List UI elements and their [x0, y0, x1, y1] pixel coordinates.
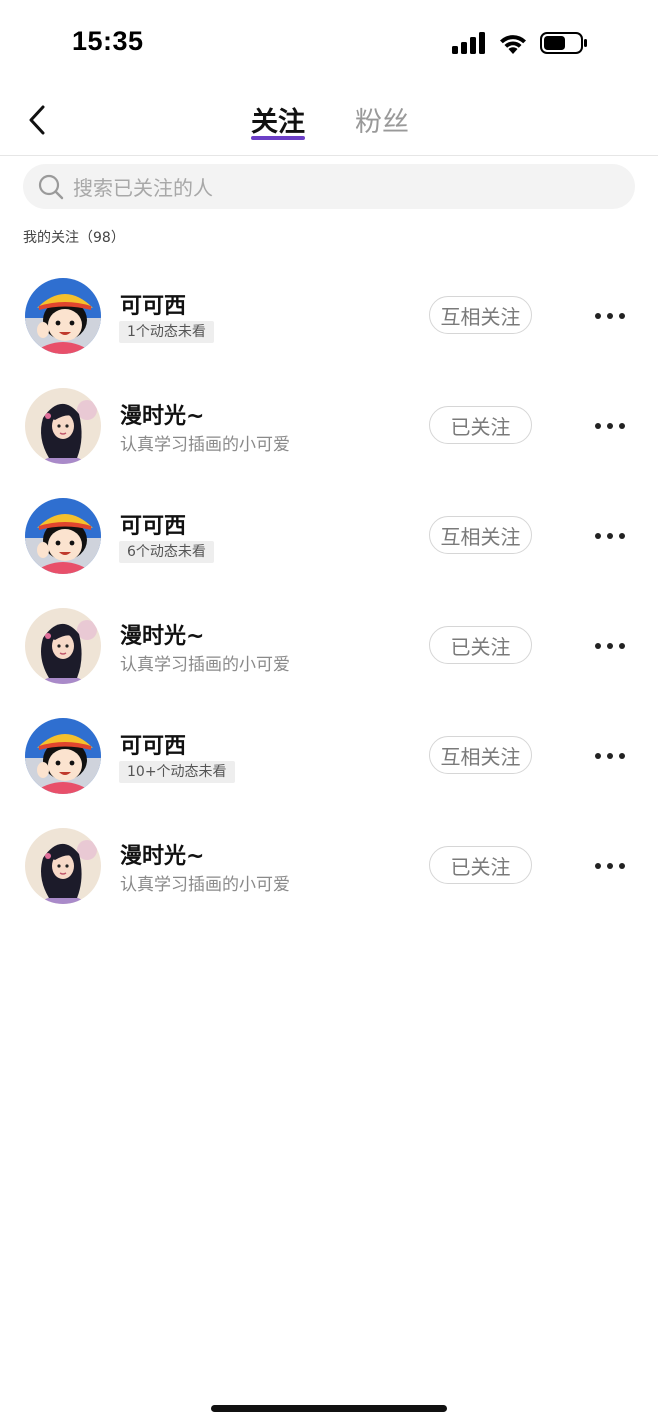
more-horizontal-icon — [595, 643, 625, 649]
follow-list: 可可西 1个动态未看 互相关注 漫时光~ 认真学习插画的小可爱 已关注 可可西 6个动态未看互… — [0, 262, 658, 922]
follow-list-item[interactable]: 可可西 1个动态未看 互相关注 — [0, 262, 658, 372]
boy-yellow-hat-avatar-art — [25, 498, 101, 574]
more-horizontal-icon — [595, 423, 625, 429]
follow-list-item[interactable]: 可可西 10+个动态未看 互相关注 — [0, 702, 658, 812]
status-time: 15:35 — [72, 26, 144, 56]
user-name[interactable]: 可可西 — [120, 728, 186, 760]
more-options-button[interactable] — [590, 518, 630, 554]
more-horizontal-icon — [595, 753, 625, 759]
follow-status-button[interactable]: 互相关注 — [429, 736, 532, 774]
unread-updates-badge: 6个动态未看 — [119, 541, 214, 563]
cellular-signal-icon — [452, 32, 485, 54]
follow-list-item[interactable]: 漫时光~ 认真学习插画的小可爱 已关注 — [0, 592, 658, 702]
more-horizontal-icon — [595, 313, 625, 319]
status-icons — [452, 30, 588, 56]
more-horizontal-icon — [595, 533, 625, 539]
user-bio: 认真学习插画的小可爱 — [120, 435, 290, 455]
nav-bar: 关注 粉丝 — [0, 88, 658, 156]
unread-updates-badge: 10+个动态未看 — [119, 761, 235, 783]
back-button[interactable] — [22, 102, 52, 138]
user-name[interactable]: 漫时光~ — [120, 838, 204, 870]
follow-status-button[interactable]: 已关注 — [429, 626, 532, 664]
more-options-button[interactable] — [590, 408, 630, 444]
girl-long-hair-avatar-art — [25, 608, 101, 684]
chevron-left-icon — [29, 105, 45, 135]
girl-long-hair-avatar-art — [25, 828, 101, 904]
follow-list-item[interactable]: 可可西 6个动态未看 互相关注 — [0, 482, 658, 592]
more-options-button[interactable] — [590, 738, 630, 774]
battery-icon — [540, 32, 587, 54]
user-name[interactable]: 漫时光~ — [120, 398, 204, 430]
more-horizontal-icon — [595, 863, 625, 869]
boy-yellow-hat-avatar-art — [25, 718, 101, 794]
avatar[interactable] — [25, 718, 101, 794]
search-icon — [38, 174, 64, 199]
avatar[interactable] — [25, 608, 101, 684]
user-name[interactable]: 漫时光~ — [120, 618, 204, 650]
unread-updates-badge: 1个动态未看 — [119, 321, 214, 343]
boy-yellow-hat-avatar-art — [25, 278, 101, 354]
follow-status-button[interactable]: 互相关注 — [429, 296, 532, 334]
follow-status-button[interactable]: 已关注 — [429, 846, 532, 884]
user-bio: 认真学习插画的小可爱 — [120, 655, 290, 675]
status-bar: 15:35 — [0, 0, 658, 88]
user-name[interactable]: 可可西 — [120, 288, 186, 320]
user-name[interactable]: 可可西 — [120, 508, 186, 540]
follow-list-item[interactable]: 漫时光~ 认真学习插画的小可爱 已关注 — [0, 812, 658, 922]
search-placeholder: 搜索已关注的人 — [73, 176, 213, 200]
follow-list-item[interactable]: 漫时光~ 认真学习插画的小可爱 已关注 — [0, 372, 658, 482]
avatar[interactable] — [25, 828, 101, 904]
user-bio: 认真学习插画的小可爱 — [120, 875, 290, 895]
avatar[interactable] — [25, 388, 101, 464]
search-input[interactable]: 搜索已关注的人 — [23, 164, 635, 209]
tab-fans[interactable]: 粉丝 — [355, 100, 409, 139]
active-tab-indicator — [251, 136, 305, 140]
follow-status-button[interactable]: 已关注 — [429, 406, 532, 444]
more-options-button[interactable] — [590, 298, 630, 334]
avatar[interactable] — [25, 278, 101, 354]
follow-status-button[interactable]: 互相关注 — [429, 516, 532, 554]
more-options-button[interactable] — [590, 848, 630, 884]
more-options-button[interactable] — [590, 628, 630, 664]
avatar[interactable] — [25, 498, 101, 574]
girl-long-hair-avatar-art — [25, 388, 101, 464]
wifi-icon — [500, 35, 526, 54]
section-title: 我的关注（98） — [23, 230, 125, 246]
home-indicator — [211, 1405, 447, 1412]
tab-following[interactable]: 关注 — [251, 100, 305, 139]
